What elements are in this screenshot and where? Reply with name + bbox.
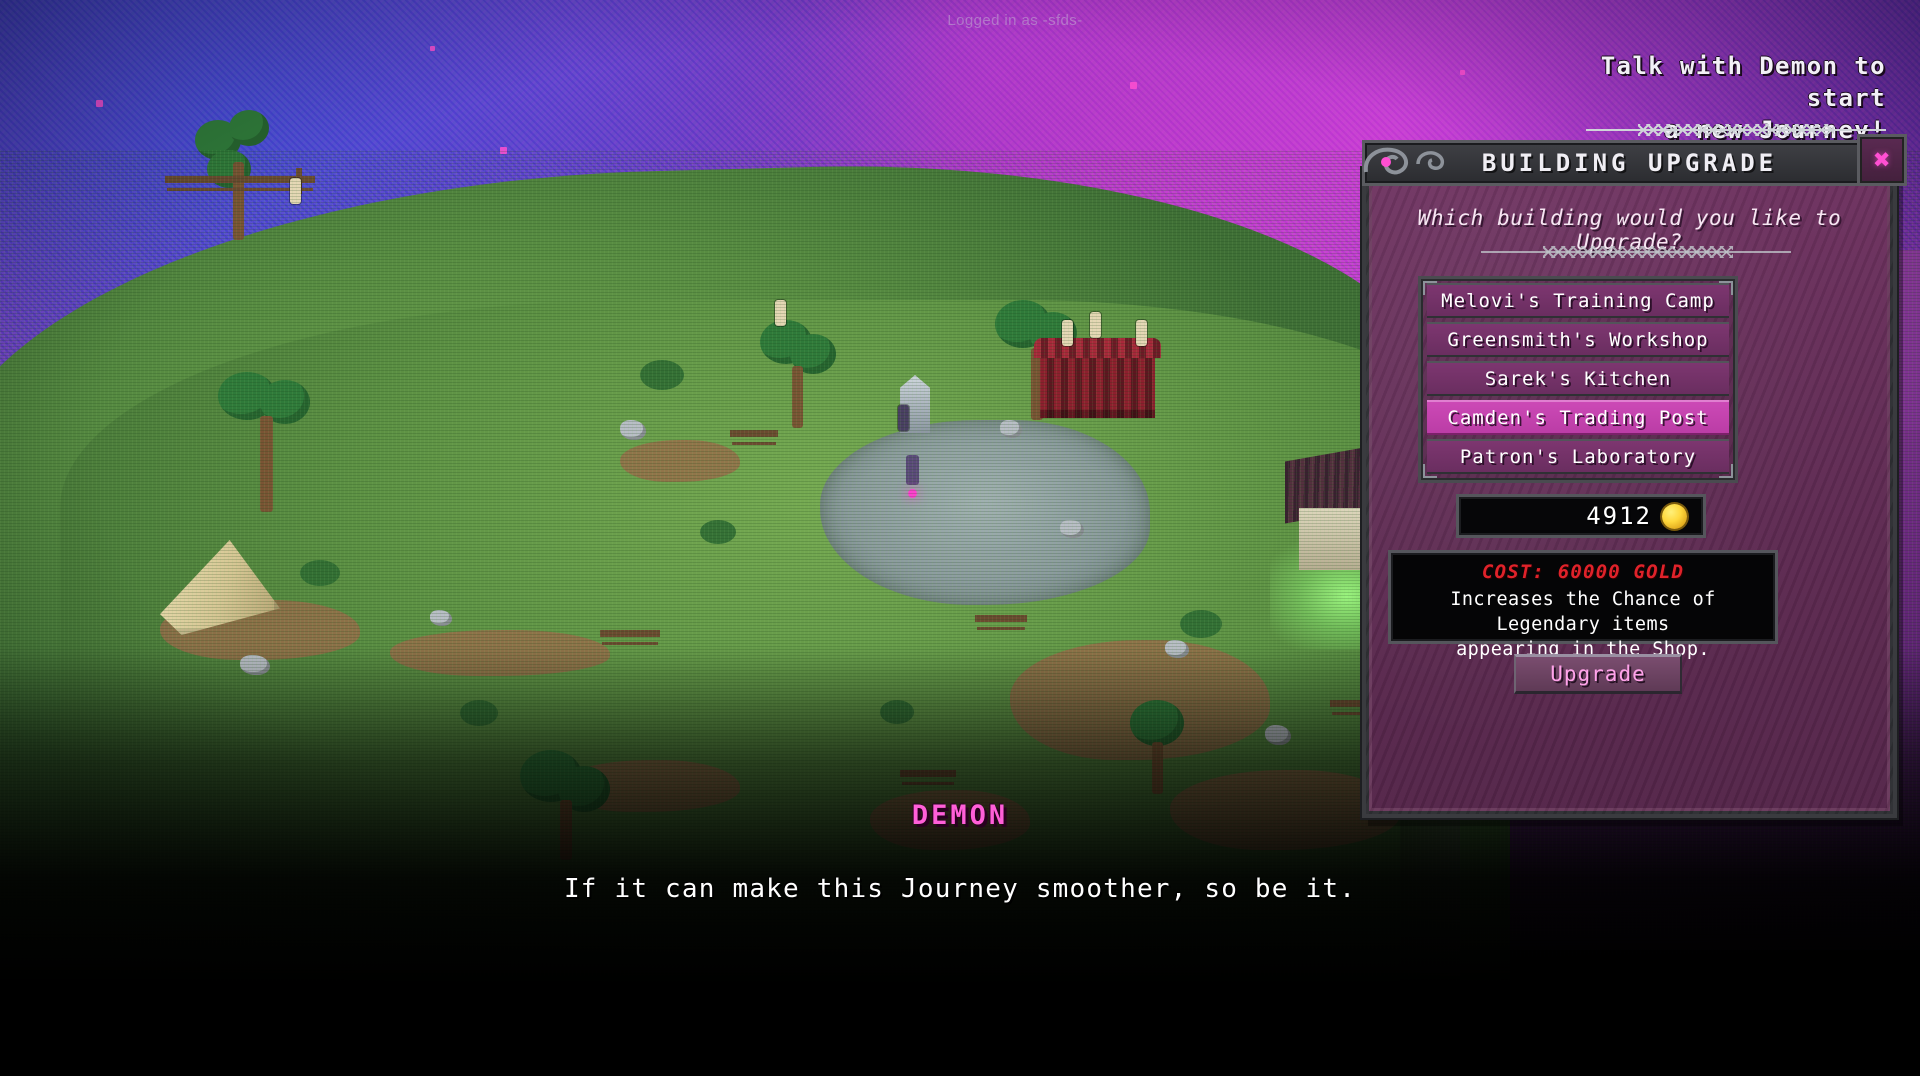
panel-texture xyxy=(1366,172,1893,814)
bush xyxy=(640,360,684,390)
gold-balance-box: 4912 xyxy=(1456,494,1706,538)
sky-spark xyxy=(1130,82,1137,89)
sky-spark xyxy=(1460,70,1465,75)
rock xyxy=(240,655,270,675)
upgrade-cost-text: COST: 60000 GOLD xyxy=(1481,561,1685,583)
dirt-patch xyxy=(390,630,610,676)
dirt-patch xyxy=(620,440,740,482)
game-screen: Logged in as -sfds- Talk with Demon to s… xyxy=(0,0,1920,1076)
building-upgrade-panel: BUILDING UPGRADE ✖ Which building would … xyxy=(1362,134,1907,818)
rock xyxy=(1060,520,1084,538)
building-option-greensmiths-workshop[interactable]: Greensmith's Workshop xyxy=(1427,322,1729,357)
fence xyxy=(975,615,1027,622)
hint-ornamental-divider xyxy=(1586,124,1886,136)
divider-zigzag xyxy=(1638,124,1834,136)
fence xyxy=(600,630,660,637)
rock xyxy=(620,420,646,440)
npc-character xyxy=(290,178,301,204)
npc-character xyxy=(898,405,909,431)
dirt-patch xyxy=(1010,640,1270,760)
player-character xyxy=(906,455,919,498)
red-tent-shop xyxy=(1034,338,1161,418)
upgrade-button-label: Upgrade xyxy=(1550,662,1646,686)
building-option-sareks-kitchen[interactable]: Sarek's Kitchen xyxy=(1427,361,1729,396)
building-list: Melovi's Training Camp Greensmith's Work… xyxy=(1418,276,1738,483)
close-icon: ✖ xyxy=(1873,143,1891,176)
bush xyxy=(1180,610,1222,638)
upgrade-description-line1: Increases the Chance of Legendary items xyxy=(1450,589,1716,635)
npc-character xyxy=(1090,312,1101,338)
upgrade-button[interactable]: Upgrade xyxy=(1514,654,1682,694)
bush xyxy=(880,700,914,724)
rock xyxy=(1165,640,1189,658)
panel-title: BUILDING UPGRADE xyxy=(1481,149,1778,177)
close-button[interactable]: ✖ xyxy=(1857,134,1907,186)
rock xyxy=(430,610,452,626)
rock xyxy=(1265,725,1291,745)
fence xyxy=(900,770,956,777)
building-option-camdens-trading-post[interactable]: Camden's Trading Post xyxy=(1427,400,1729,435)
stone-plaza xyxy=(820,420,1150,605)
sky-spark xyxy=(96,100,103,107)
login-status-text: Logged in as -sfds- xyxy=(947,12,1083,29)
gold-amount: 4912 xyxy=(1586,502,1652,530)
swirl-ornament-icon xyxy=(1363,147,1445,175)
quest-hint-line1: Talk with Demon to start xyxy=(1600,52,1886,112)
bush xyxy=(300,560,340,586)
sky-spark xyxy=(430,46,435,51)
divider-zigzag xyxy=(1543,246,1733,258)
building-option-melovis-training-camp[interactable]: Melovi's Training Camp xyxy=(1427,283,1729,318)
upgrade-description-box: COST: 60000 GOLD Increases the Chance of… xyxy=(1388,550,1778,660)
gold-coin-icon xyxy=(1662,503,1687,529)
npc-character xyxy=(775,300,786,326)
npc-character xyxy=(1136,320,1147,346)
bush xyxy=(700,520,736,544)
rock xyxy=(1000,420,1022,438)
bush xyxy=(460,700,498,726)
sky-spark xyxy=(500,147,507,154)
dialogue-text: If it can make this Journey smoother, so… xyxy=(563,874,1357,904)
panel-ornamental-divider xyxy=(1481,246,1791,258)
npc-character xyxy=(1062,320,1073,346)
building-option-patrons-laboratory[interactable]: Patron's Laboratory xyxy=(1427,439,1729,474)
fence xyxy=(730,430,778,437)
